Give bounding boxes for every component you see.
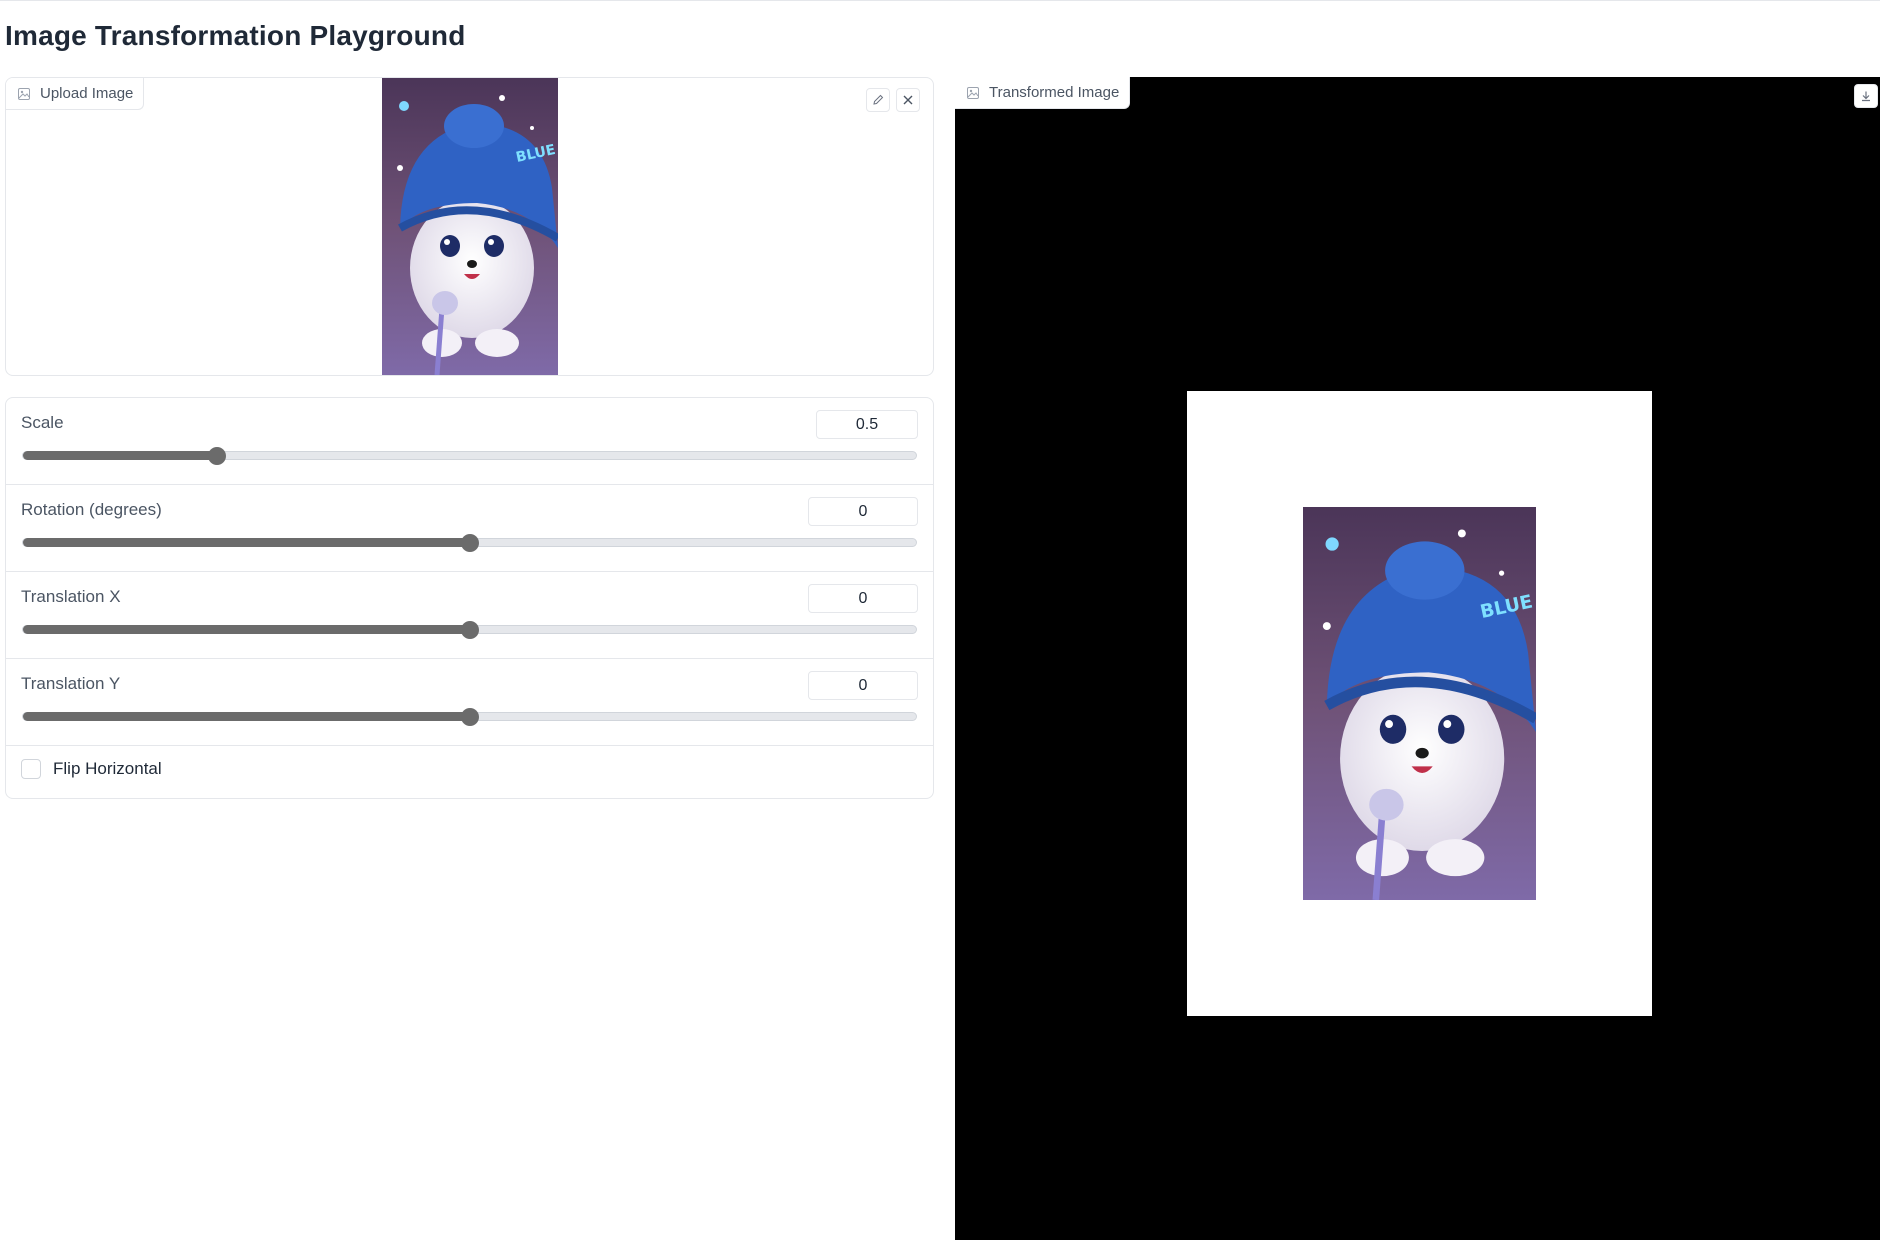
page-title: Image Transformation Playground: [5, 20, 466, 51]
translation-y-control: Translation Y 0: [6, 659, 933, 746]
edit-button[interactable]: [866, 88, 890, 112]
image-icon: [18, 87, 30, 100]
upload-image-label: Upload Image: [6, 78, 145, 110]
scale-control: Scale 0.5: [6, 398, 933, 485]
translation-y-slider-fill: [23, 712, 470, 721]
flip-horizontal-checkbox[interactable]: [21, 759, 41, 779]
rotation-control: Rotation (degrees) 0: [6, 485, 933, 572]
scale-slider[interactable]: [22, 447, 917, 465]
translation-y-number-input[interactable]: 0: [808, 671, 918, 700]
rotation-number-input[interactable]: 0: [808, 497, 918, 526]
scale-slider-thumb[interactable]: [207, 447, 226, 465]
pencil-icon: [873, 94, 884, 105]
top-border: [0, 0, 1880, 1]
scale-slider-fill: [23, 451, 217, 460]
transformed-canvas: BLUE: [1187, 391, 1652, 1016]
transformed-image: BLUE: [1303, 507, 1536, 900]
flip-horizontal-row[interactable]: Flip Horizontal: [21, 759, 162, 779]
upload-image-panel[interactable]: Upload Image BLUE: [5, 77, 934, 376]
scale-label: Scale: [21, 413, 64, 432]
translation-y-label: Translation Y: [21, 674, 121, 693]
download-button[interactable]: [1854, 84, 1878, 108]
uploaded-image: BLUE: [382, 78, 558, 375]
rotation-slider-fill: [23, 538, 470, 547]
translation-x-slider-thumb[interactable]: [460, 621, 479, 639]
translation-x-label: Translation X: [21, 587, 121, 606]
upload-image-label-text: Upload Image: [40, 85, 134, 102]
translation-x-slider[interactable]: [22, 621, 917, 639]
scale-number-input[interactable]: 0.5: [816, 410, 918, 439]
image-icon: [967, 86, 979, 99]
rotation-label: Rotation (degrees): [21, 500, 162, 519]
transformed-image-label: Transformed Image: [955, 77, 1131, 109]
download-icon: [1862, 91, 1870, 102]
translation-x-control: Translation X 0: [6, 572, 933, 659]
controls-panel: Scale 0.5 Rotation (degrees) 0 Translati…: [5, 397, 934, 799]
rotation-slider-thumb[interactable]: [460, 534, 479, 552]
rotation-slider[interactable]: [22, 534, 917, 552]
translation-x-slider-fill: [23, 625, 470, 634]
flip-horizontal-label: Flip Horizontal: [53, 759, 162, 778]
translation-x-number-input[interactable]: 0: [808, 584, 918, 613]
translation-y-slider-thumb[interactable]: [460, 708, 479, 726]
transformed-image-label-text: Transformed Image: [989, 84, 1120, 101]
transformed-image-panel: Transformed Image BLUE: [955, 77, 1880, 1240]
clear-button[interactable]: [896, 88, 920, 112]
translation-y-slider[interactable]: [22, 708, 917, 726]
close-icon: [903, 95, 913, 105]
